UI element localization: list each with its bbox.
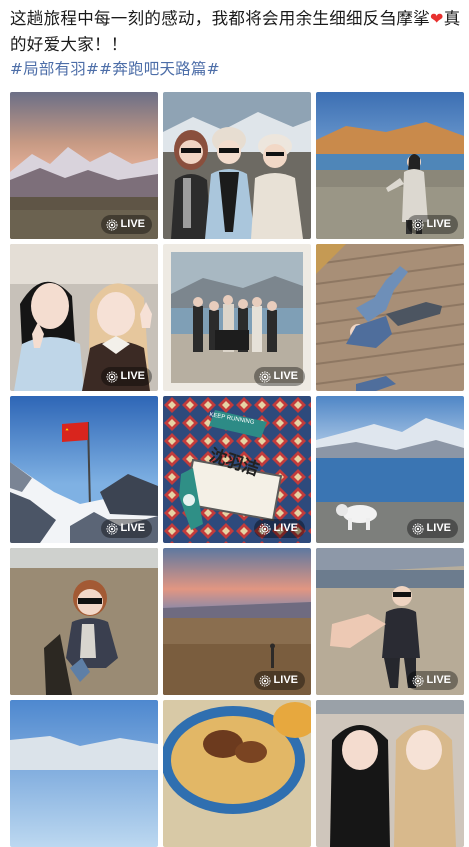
live-photo-icon (106, 523, 118, 534)
live-photo-icon (412, 219, 424, 230)
photo-two-girls-selfie[interactable]: LIVE (10, 244, 158, 391)
photo-grid: LIVE LIVE LIVE LIVE LIVE KEEP RUNNING 沈羽… (10, 92, 464, 847)
live-badge: LIVE (406, 671, 458, 690)
live-photo-icon (412, 523, 424, 534)
photo-sunset-snow-mountains[interactable]: LIVE (10, 92, 158, 239)
post-text-main: 这趟旅程中每一刻的感动，我都将会用余生细细反刍摩挲 (10, 9, 430, 28)
live-photo-icon (259, 371, 271, 382)
photo-friends-selfie-mountains[interactable] (163, 92, 311, 239)
photo-yak-by-lake[interactable]: LIVE (316, 396, 464, 543)
live-badge: LIVE (253, 519, 305, 538)
photo-group-photo-lake[interactable]: LIVE (163, 244, 311, 391)
photo-girl-sunglasses-wide-angle[interactable] (10, 548, 158, 695)
red-heart-icon: ❤ (430, 9, 444, 28)
photo-dusk-landscape[interactable]: LIVE (163, 548, 311, 695)
live-photo-icon (412, 675, 424, 686)
live-photo-icon (259, 675, 271, 686)
live-badge: LIVE (406, 519, 458, 538)
live-photo-icon (259, 523, 271, 534)
live-badge: LIVE (406, 215, 458, 234)
live-badge: LIVE (100, 215, 152, 234)
photo-name-tag-close-up[interactable]: KEEP RUNNING 沈羽洁 LIVE (163, 396, 311, 543)
live-badge: LIVE (253, 671, 305, 690)
photo-food-platter[interactable] (163, 700, 311, 847)
live-badge: LIVE (253, 367, 305, 386)
live-photo-icon (106, 371, 118, 382)
photo-woman-by-lake[interactable]: LIVE (316, 92, 464, 239)
photo-man-pointing-wide-angle[interactable]: LIVE (316, 548, 464, 695)
live-photo-icon (106, 219, 118, 230)
photo-flag-on-mountain[interactable]: LIVE (10, 396, 158, 543)
hashtags-link[interactable]: #局部有羽##奔跑吧天路篇# (10, 57, 220, 79)
photo-lying-on-wooden-deck[interactable] (316, 244, 464, 391)
post-text: 这趟旅程中每一刻的感动，我都将会用余生细细反刍摩挲❤真的好爱大家！！ (10, 6, 462, 58)
live-badge: LIVE (100, 519, 152, 538)
photo-two-girls-partial[interactable] (316, 700, 464, 847)
photo-sky-partial[interactable] (10, 700, 158, 847)
live-badge: LIVE (100, 367, 152, 386)
